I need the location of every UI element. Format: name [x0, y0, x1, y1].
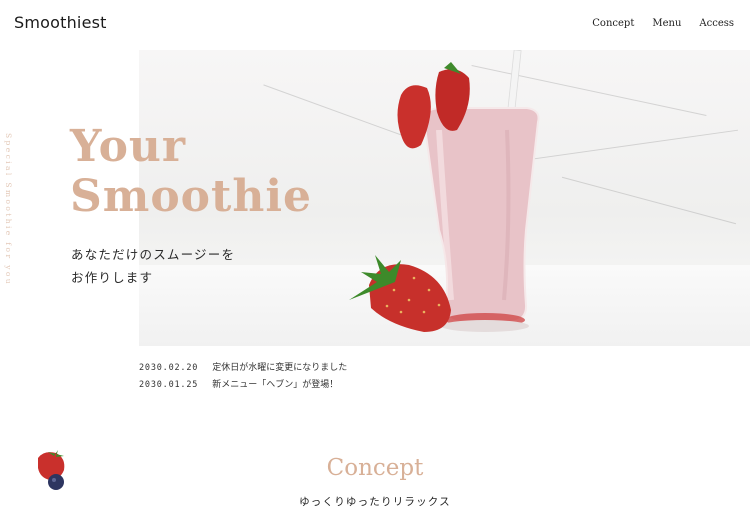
nav-item-menu[interactable]: Menu	[652, 18, 681, 29]
news-text: 新メニュー「ヘブン」が登場！	[212, 380, 339, 390]
hero-title: Your Smoothie	[70, 122, 312, 222]
hero-subtitle-line-1: あなただけのスムージーを	[71, 247, 236, 262]
site-header: Smoothiest Concept Menu Access	[0, 0, 750, 48]
news-item[interactable]: 2030.02.20 定休日が水曜に変更になりました	[139, 360, 347, 377]
nav-item-concept[interactable]: Concept	[592, 18, 634, 29]
hero-title-line-2: Smoothie	[70, 171, 313, 222]
logo[interactable]: Smoothiest	[14, 13, 107, 32]
news-item[interactable]: 2030.01.25 新メニュー「ヘブン」が登場！	[139, 377, 347, 394]
hero-title-line-1: Your	[70, 121, 187, 172]
hero-subtitle-line-2: お作りします	[71, 270, 154, 285]
news-date: 2030.01.25	[139, 380, 199, 390]
concept-title: Concept	[326, 455, 424, 481]
concept-subtitle: ゆっくりゆったりリラックス	[299, 496, 451, 508]
hero-subtitle: あなただけのスムージーを お作りします	[71, 243, 235, 289]
nav-item-access[interactable]: Access	[699, 18, 734, 29]
main-nav: Concept Menu Access	[592, 18, 734, 29]
news-list: 2030.02.20 定休日が水曜に変更になりました 2030.01.25 新メ…	[139, 360, 347, 394]
logo-text: Smoothiest	[14, 13, 107, 32]
news-date: 2030.02.20	[139, 363, 199, 373]
vertical-tagline: Special Smoothie for you	[4, 133, 13, 287]
news-text: 定休日が水曜に変更になりました	[212, 363, 348, 373]
